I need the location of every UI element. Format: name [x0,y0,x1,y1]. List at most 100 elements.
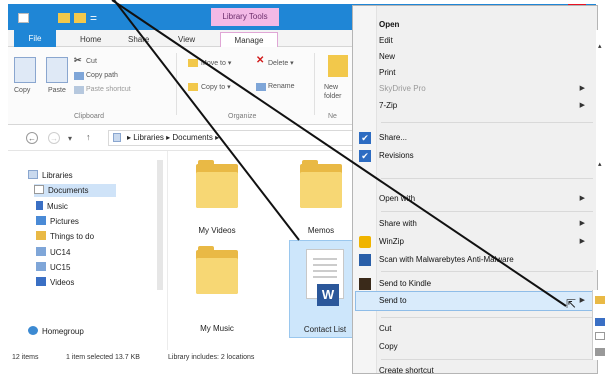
folder-my-videos-label[interactable]: My Videos [182,226,252,235]
menu-item-share[interactable]: Share... [379,129,593,147]
nav-label: Documents [48,186,89,195]
nav-scrollbar[interactable] [157,160,163,290]
explorer-icon[interactable] [18,13,29,23]
nav-uc15[interactable]: UC15 [36,261,70,274]
menu-separator [381,178,593,179]
tab-view[interactable]: View [172,32,201,47]
drive-icon[interactable] [595,348,605,356]
nav-things-to-do[interactable]: Things to do [36,230,94,243]
nav-label: UC15 [50,263,71,272]
menu-icon-column [353,6,377,373]
menu-label: SkyDrive Pro [379,84,426,93]
library-icon [36,247,46,256]
folder-memos-label[interactable]: Memos [286,226,356,235]
menu-item-cut[interactable]: Cut [379,320,593,338]
nav-label: Homegroup [42,327,84,336]
menu-item-scan-malwarebytes[interactable]: Scan with Malwarebytes Anti-Malware [379,251,593,269]
menu-label: Send to [379,296,407,305]
malwarebytes-icon [359,254,371,266]
paste-shortcut-button[interactable]: Paste shortcut [86,86,131,93]
menu-item-winzip[interactable]: WinZip ▶ [379,233,593,251]
kindle-icon [359,278,371,290]
menu-item-share-with[interactable]: Share with ▶ [379,215,593,233]
submenu-arrow-icon: ▶ [579,85,585,92]
documents-icon [34,185,44,194]
menu-separator [381,317,593,318]
new-folder-button[interactable]: New folder [324,83,354,101]
menu-item-7zip[interactable]: 7-Zip ▶ [379,97,593,115]
tab-home[interactable]: Home [74,32,107,47]
nav-music[interactable]: Music [36,200,68,213]
menu-label: Share with [379,219,417,228]
tab-manage[interactable]: Manage [220,32,278,47]
copy-icon[interactable] [14,57,36,83]
file-contact-list[interactable]: W Contact List [289,240,361,338]
nav-homegroup[interactable]: Homegroup [28,325,84,338]
breadcrumb[interactable]: ▸ Libraries ▸ Documents ▸ [127,133,219,142]
menu-item-create-shortcut[interactable]: Create shortcut [379,362,593,374]
nav-libraries[interactable]: Libraries [28,169,73,182]
copy-to-icon [188,83,198,91]
menu-item-open-with[interactable]: Open with ▶ [379,190,593,208]
address-input[interactable]: ▸ Libraries ▸ Documents ▸ [108,130,353,146]
submenu-arrow-icon: ▶ [579,220,585,227]
delete-button[interactable]: Delete ▾ [268,59,294,67]
delete-icon: ✕ [256,55,265,66]
scroll-up-icon: ▴ [598,161,602,168]
nav-label: UC14 [50,248,71,257]
tab-file[interactable]: File [14,30,56,47]
library-icon [113,133,121,142]
move-to-button[interactable]: Move to ▾ [201,59,231,67]
nav-documents[interactable]: Documents [34,184,116,197]
document-icon[interactable] [595,332,605,340]
right-pane-edge: ▴ ▴ [596,30,606,270]
expand-icon: ▴ [598,43,602,50]
rename-button[interactable]: Rename [268,83,294,90]
group-clipboard-label: Clipboard [74,113,104,120]
menu-separator [381,271,593,272]
up-arrow-icon[interactable]: ↑ [86,132,91,142]
rename-icon [256,83,266,91]
nav-videos[interactable]: Videos [36,276,74,289]
bluetooth-icon[interactable] [595,318,605,326]
cut-button[interactable]: Cut [86,58,97,65]
nav-label: Videos [50,278,75,287]
folder-my-music-label[interactable]: My Music [182,324,252,333]
folder-icon[interactable] [595,296,605,304]
mouse-cursor-icon: ⇱ [566,297,577,311]
menu-item-copy[interactable]: Copy [379,338,593,356]
tab-share[interactable]: Share [122,32,155,47]
status-item-count: 12 items [12,354,39,361]
new-folder-icon[interactable] [74,13,86,23]
folder-my-videos-icon[interactable] [196,160,238,208]
check-icon: ✔ [359,150,371,162]
ribbon-separator [314,53,315,115]
qat-dropdown-icon[interactable]: = [90,11,97,25]
paste-button[interactable]: Paste [48,87,66,94]
folder-my-music-icon[interactable] [196,246,238,294]
libraries-icon [28,170,38,179]
nav-label: Libraries [42,171,73,180]
forward-button[interactable]: → [48,132,60,144]
menu-label: 7-Zip [379,101,398,110]
navigation-pane: Libraries Documents Music Pictures Thing… [8,151,168,351]
copy-path-button[interactable]: Copy path [86,72,118,79]
group-organize-label: Organize [228,113,257,120]
menu-item-skydrive-pro[interactable]: SkyDrive Pro ▶ [379,80,593,98]
status-selected: 1 item selected 13.7 KB [66,354,140,361]
folder-memos-icon[interactable] [300,160,342,208]
copy-to-button[interactable]: Copy to ▾ [201,83,231,91]
menu-item-send-to[interactable]: Send to ▶ [379,292,593,310]
context-menu: Open Edit New Print SkyDrive Pro ▶ 7-Zip ▶… [352,5,598,374]
menu-item-revisions[interactable]: Revisions [379,147,593,165]
copy-button[interactable]: Copy [14,87,30,94]
properties-folder-icon[interactable] [58,13,70,23]
recent-dropdown-icon[interactable]: ▾ [68,134,72,143]
menu-separator [381,359,593,360]
back-button[interactable]: ← [26,132,38,144]
paste-shortcut-icon [74,86,84,94]
paste-icon[interactable] [46,57,68,83]
nav-uc14[interactable]: UC14 [36,246,70,259]
nav-pictures[interactable]: Pictures [36,215,79,228]
check-icon: ✔ [359,132,371,144]
